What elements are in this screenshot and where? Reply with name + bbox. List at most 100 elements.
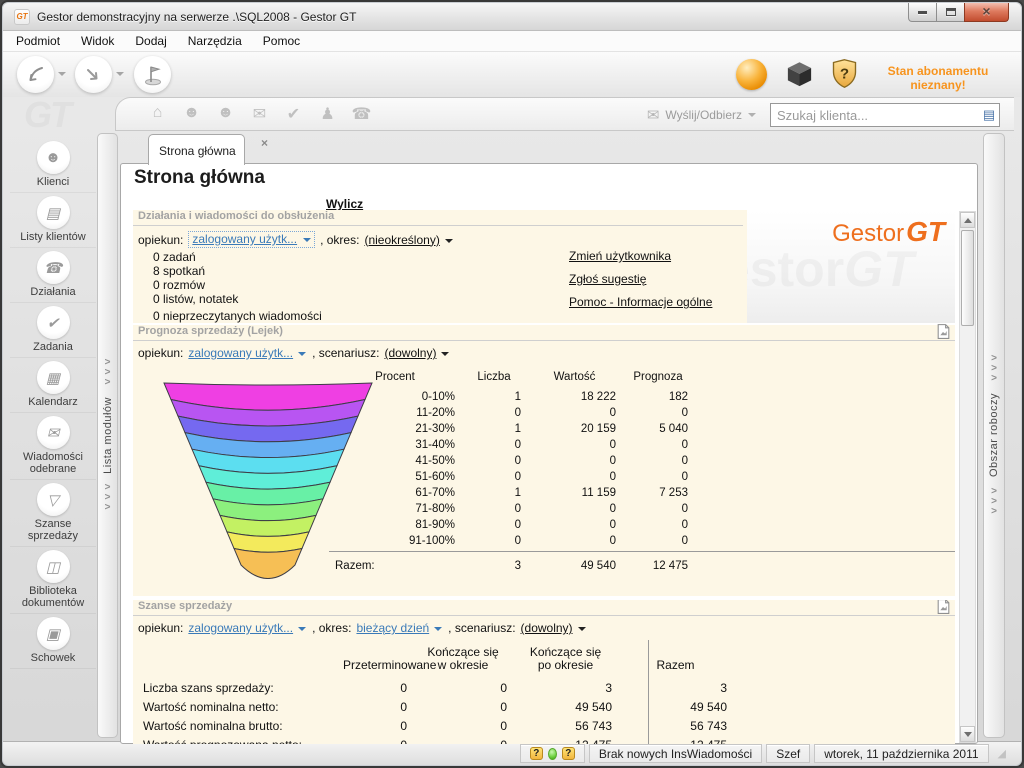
search-input[interactable]: [771, 108, 979, 123]
help-question-icon[interactable]: [562, 747, 575, 760]
opiekun-label: opiekun:: [138, 621, 183, 635]
recalculate-link[interactable]: Wylicz: [326, 197, 363, 211]
quick-action-icons: ⌂ ☻ ☻ ✉ ✔ ♟ ☎: [146, 104, 373, 124]
okres-dropdown[interactable]: bieżący dzień: [356, 621, 443, 635]
flag-button[interactable]: [134, 56, 171, 93]
scroll-down-button[interactable]: [960, 726, 975, 742]
tab-close-icon[interactable]: [261, 136, 268, 150]
opiekun-dropdown[interactable]: zalogowany użytk...: [188, 346, 307, 360]
current-user[interactable]: Szef: [766, 744, 810, 763]
stat-line: 0 zadań: [153, 250, 238, 264]
menu-item[interactable]: Dodaj: [135, 34, 166, 48]
menu-item[interactable]: Podmiot: [16, 34, 60, 48]
scenariusz-dropdown[interactable]: (dowolny): [521, 621, 586, 635]
module-list-strip[interactable]: > > > Lista modułów > > >: [97, 133, 118, 738]
column-header: Liczba: [461, 371, 527, 383]
titlebar[interactable]: GT Gestor demonstracyjny na serwerze .\S…: [3, 3, 1021, 31]
send-operation-button[interactable]: [75, 56, 112, 93]
operations-button[interactable]: [17, 56, 54, 93]
okres-dropdown[interactable]: (nieokreślony): [364, 233, 452, 247]
workspace-strip-label: Obszar roboczy: [988, 393, 1000, 477]
scrollbar-thumb[interactable]: [961, 230, 974, 326]
sales-forecast-section: Prognoza sprzedaży (Lejek) opiekun: zalo…: [133, 325, 955, 596]
send-dropdown-arrow[interactable]: [116, 72, 124, 76]
quick-action-icon[interactable]: ♟: [316, 104, 339, 124]
insert-sphere-icon[interactable]: [736, 59, 767, 90]
sidebar-item[interactable]: ▤ Listy klientów: [10, 193, 96, 248]
funnel-section-header: Prognoza sprzedaży (Lejek): [133, 325, 955, 341]
scroll-up-button[interactable]: [960, 212, 975, 228]
action-link[interactable]: Zgłoś sugestię: [569, 272, 712, 286]
table-row: Liczba szans sprzedaży: 0 0 3 3: [137, 678, 955, 697]
help-question-icon[interactable]: [530, 747, 543, 760]
menu-item[interactable]: Widok: [81, 34, 114, 48]
sidebar-item[interactable]: ◫ Biblioteka dokumentów: [10, 547, 96, 614]
close-icon: [982, 3, 990, 21]
maximize-button[interactable]: [937, 3, 964, 22]
quick-action-icon[interactable]: ☎: [350, 104, 373, 124]
resize-grip-icon[interactable]: [998, 747, 1006, 760]
sidebar-item[interactable]: ▦ Kalendarz: [10, 358, 96, 413]
action-link[interactable]: Zmień użytkownika: [569, 249, 712, 263]
scenariusz-dropdown[interactable]: (dowolny): [384, 346, 449, 360]
workspace-strip[interactable]: > > > Obszar roboczy > > >: [983, 133, 1005, 738]
column-header: Kończące się w okresie: [413, 646, 513, 672]
sidebar-item[interactable]: ▣ Schowek: [10, 614, 96, 669]
inswiadomosci-status[interactable]: Brak nowych InsWiadomości: [589, 744, 762, 763]
activities-section-header: Działania i wiadomości do obsłużenia: [133, 210, 743, 226]
razem-column-divider: [648, 640, 649, 744]
content-panel: Strona główna Wylicz Działania i wiadomo…: [120, 163, 978, 744]
opiekun-dropdown[interactable]: zalogowany użytk...: [188, 231, 315, 248]
column-header: Kończące się po okresie: [513, 646, 618, 672]
module-icon: ◫: [37, 550, 70, 583]
sidebar-item[interactable]: ☻ Klienci: [10, 138, 96, 193]
table-row: 31-40% 0 0 0: [329, 437, 955, 453]
column-header: Prognoza: [622, 371, 694, 383]
sidebar-item[interactable]: ▽ Szanse sprzedaży: [10, 480, 96, 547]
expand-chevron-icon: >: [105, 378, 111, 388]
gt-watermark: GT: [24, 94, 70, 136]
quick-action-icon[interactable]: ☻: [180, 104, 203, 124]
funnel-table: ProcentLiczbaWartośćPrognoza 0-10% 1 18 …: [329, 369, 955, 549]
current-date: wtorek, 11 października 2011: [814, 744, 988, 763]
unread-messages-stat: 0 nieprzeczytanych wiadomości: [153, 309, 322, 323]
scenariusz-label: , scenariusz:: [312, 346, 379, 360]
tab-strona-glowna[interactable]: Strona główna: [148, 134, 245, 165]
activity-stats: 0 zadań8 spotkań0 rozmów0 listów, notate…: [153, 250, 238, 306]
chances-filters: opiekun: zalogowany użytk... , okres: bi…: [138, 621, 586, 635]
sidebar-item[interactable]: ✔ Zadania: [10, 303, 96, 358]
tab-label: Strona główna: [159, 144, 236, 158]
sidebar-item[interactable]: ☎ Działania: [10, 248, 96, 303]
content-scrollbar[interactable]: [959, 211, 976, 743]
opiekun-dropdown[interactable]: zalogowany użytk...: [188, 621, 307, 635]
quick-action-icon[interactable]: ✉: [248, 104, 271, 124]
close-button[interactable]: [964, 3, 1009, 22]
menu-item[interactable]: Pomoc: [263, 34, 300, 48]
report-icon[interactable]: [935, 323, 952, 339]
funnel-table-rows: 0-10% 1 18 222 182 11-20% 0 0 0: [329, 389, 955, 549]
sidebar-item[interactable]: ✉ Wiadomości odebrane: [10, 413, 96, 480]
menu-item[interactable]: Narzędzia: [188, 34, 242, 48]
arrow-down-right-icon: [82, 63, 106, 87]
chances-table-rows: Liczba szans sprzedaży: 0 0 3 3 Wartość …: [137, 678, 955, 744]
module-icon: ☎: [37, 251, 70, 284]
quick-action-icon[interactable]: ✔: [282, 104, 305, 124]
quick-action-icon[interactable]: ☻: [214, 104, 237, 124]
module-icon: ▣: [37, 617, 70, 650]
quick-action-icon[interactable]: ⌂: [146, 104, 169, 124]
minimize-icon: [918, 11, 927, 14]
cube-icon[interactable]: [784, 59, 815, 90]
subscription-shield-icon[interactable]: ?: [828, 57, 861, 91]
okres-label: , okres:: [320, 233, 359, 247]
report-icon[interactable]: [935, 600, 952, 614]
svg-text:?: ?: [840, 65, 849, 82]
maximize-icon: [946, 8, 956, 16]
table-row: 61-70% 1 11 159 7 253: [329, 485, 955, 501]
search-list-icon[interactable]: ▤: [979, 107, 999, 123]
minimize-button[interactable]: [908, 3, 937, 22]
expand-chevron-icon: >: [991, 374, 997, 384]
operations-dropdown-arrow[interactable]: [58, 72, 66, 76]
send-receive-button[interactable]: ✉ Wyślij/Odbierz: [647, 106, 756, 124]
gestor-logo-panel: GestorGT GestorGT: [747, 210, 955, 323]
action-link[interactable]: Pomoc - Informacje ogólne: [569, 295, 712, 309]
